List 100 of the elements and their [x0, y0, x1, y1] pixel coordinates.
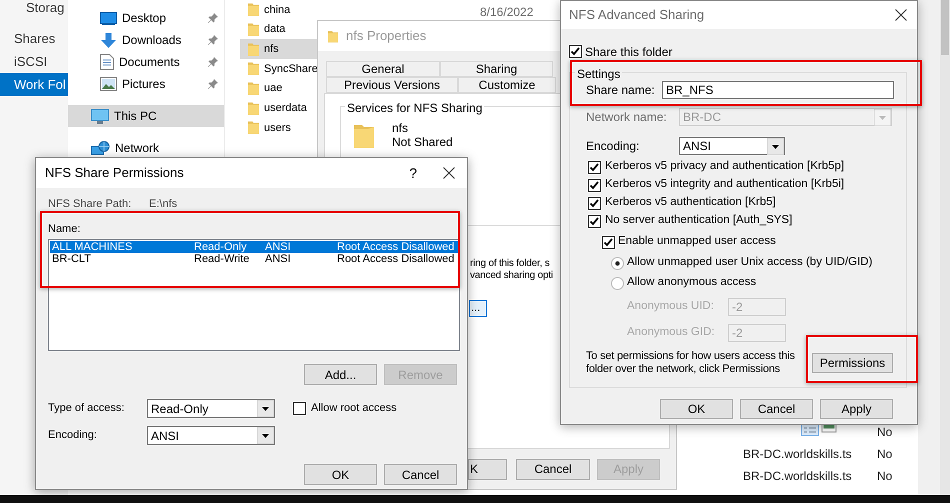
list-row[interactable]: BR-CLT Read-Write ANSI Root Access Disallowed — [50, 253, 458, 265]
advanced-sharing-button[interactable]: ... — [469, 300, 487, 317]
list-row[interactable]: ALL MACHINES Read-Only ANSI Root Access Disallowed — [50, 241, 458, 253]
dialog-button[interactable]: Apply — [820, 399, 893, 419]
nav-item[interactable]: Desktop — [68, 7, 224, 29]
dialog-button[interactable]: K — [468, 458, 507, 480]
share-status: Not Shared — [392, 135, 453, 149]
monitor-icon — [100, 12, 117, 24]
file-item[interactable]: users — [240, 118, 317, 138]
checkbox[interactable] — [588, 160, 601, 174]
folder-icon — [354, 123, 374, 148]
description-text: ring of this folder, s — [470, 258, 550, 270]
radio-label: Allow unmapped user Unix access (by UID/GID) — [627, 255, 872, 270]
computer-icon — [91, 108, 109, 124]
window-title: nfs Properties — [346, 27, 426, 46]
nav-item[interactable]: Downloads — [68, 29, 224, 51]
folder-icon — [248, 82, 259, 96]
help-button[interactable]: ? — [409, 162, 417, 184]
picture-frame-icon — [100, 77, 117, 91]
folder-icon — [328, 30, 338, 42]
checkbox-label: Kerberos v5 authentication [Krb5] — [605, 195, 776, 210]
folder-icon — [248, 3, 259, 16]
text-field[interactable]: BR_NFS — [662, 81, 894, 99]
checkbox[interactable] — [569, 45, 582, 58]
checkbox[interactable] — [588, 178, 601, 192]
window-title: NFS Share Permissions — [45, 164, 185, 182]
table-cell-text: No — [877, 468, 892, 485]
folder-icon — [248, 23, 259, 36]
network-icon — [91, 140, 110, 156]
field-label: Anonymous GID: — [627, 325, 716, 340]
nav-item[interactable]: Pictures — [68, 73, 224, 95]
caret-icon — [874, 108, 891, 126]
checkbox[interactable] — [588, 214, 601, 228]
checkbox-label: Allow root access — [311, 401, 397, 416]
checkbox-label: Share this folder — [585, 44, 672, 60]
checkbox-label: No server authentication [Auth_SYS] — [605, 213, 792, 228]
tab[interactable]: Customize — [458, 77, 556, 93]
dropdown[interactable]: ANSI — [679, 137, 785, 155]
table-cell-text: BR-DC.worldskills.ts — [743, 446, 852, 463]
nav-item[interactable]: This PC — [68, 105, 224, 127]
close-icon[interactable] — [443, 167, 455, 179]
checkbox-label: Kerberos v5 privacy and authentication [Krb5p] — [605, 159, 844, 174]
folder-icon — [248, 102, 259, 115]
table-cell-text: ANSI — [264, 253, 292, 265]
permissions-button[interactable]: Permissions — [812, 353, 893, 373]
file-item[interactable]: uae — [240, 78, 317, 98]
path-text: E:\nfs — [149, 198, 178, 210]
nav-item[interactable]: Work Fol — [0, 73, 68, 96]
field-label: NFS Share Path: — [48, 198, 132, 210]
scrollbar-thumb[interactable] — [941, 0, 949, 55]
field-label: Network name: — [586, 109, 668, 126]
dialog-button[interactable]: Cancel — [516, 458, 590, 480]
file-item[interactable]: userdata — [240, 98, 317, 118]
radio-button[interactable] — [611, 276, 624, 290]
nav-item[interactable]: Network — [68, 137, 224, 159]
folder-icon — [248, 62, 259, 76]
table-cell-text: ALL MACHINES — [51, 241, 134, 253]
radio-label: Allow anonymous access — [627, 275, 756, 290]
file-item[interactable]: SyncShare — [240, 59, 317, 79]
file-item[interactable]: china — [240, 0, 317, 20]
table-cell-text: BR-DC.worldskills.ts — [743, 468, 852, 485]
field-label: Share name: — [586, 82, 656, 99]
dialog-button[interactable]: OK — [660, 399, 733, 419]
scrollbar[interactable] — [940, 0, 950, 496]
dialog-button[interactable]: Add... — [304, 364, 377, 385]
dropdown[interactable]: Read-Only — [147, 399, 275, 418]
field-label: Type of access: — [48, 401, 126, 416]
checkbox-label: Enable unmapped user access — [618, 234, 776, 250]
table-cell-text: Read-Only — [193, 241, 248, 253]
table-cell-text: No — [877, 424, 892, 441]
field-label: Name: — [48, 222, 82, 236]
file-item[interactable]: nfs — [240, 39, 317, 60]
tab[interactable]: General — [326, 61, 440, 77]
table-cell-text: BR-CLT — [51, 253, 92, 265]
caret-icon — [257, 400, 274, 417]
table-cell-text: No — [877, 446, 892, 463]
nav-item[interactable]: Documents — [68, 51, 224, 73]
caret-icon — [767, 138, 784, 154]
checkbox[interactable] — [602, 236, 615, 248]
dialog-button[interactable]: Cancel — [740, 399, 813, 419]
field-label: Anonymous UID: — [627, 299, 715, 314]
close-icon[interactable] — [895, 9, 907, 21]
dialog-button[interactable]: Cancel — [384, 464, 457, 485]
checkbox[interactable] — [588, 196, 601, 210]
tab[interactable]: Previous Versions — [326, 77, 458, 93]
dropdown[interactable]: ANSI — [147, 426, 275, 445]
nav-item[interactable]: iSCSI — [0, 50, 68, 73]
hint-text: To set permissions for how users access this folder over the network, click Permissions — [586, 350, 796, 376]
field-label: Encoding: — [586, 138, 640, 155]
checkbox[interactable] — [293, 402, 306, 415]
down-arrow-icon — [100, 32, 117, 48]
tab[interactable]: Sharing — [440, 61, 553, 77]
file-item[interactable]: data — [240, 20, 317, 40]
window-title: NFS Advanced Sharing — [569, 6, 706, 24]
table-cell-text: Root Access Disallowed — [336, 253, 456, 265]
dialog-button[interactable]: OK — [304, 464, 377, 485]
nav-item[interactable]: Storag — [0, 0, 68, 16]
radio-button[interactable] — [611, 256, 624, 270]
folder-icon — [248, 42, 259, 56]
nav-item[interactable]: Shares — [0, 27, 68, 50]
